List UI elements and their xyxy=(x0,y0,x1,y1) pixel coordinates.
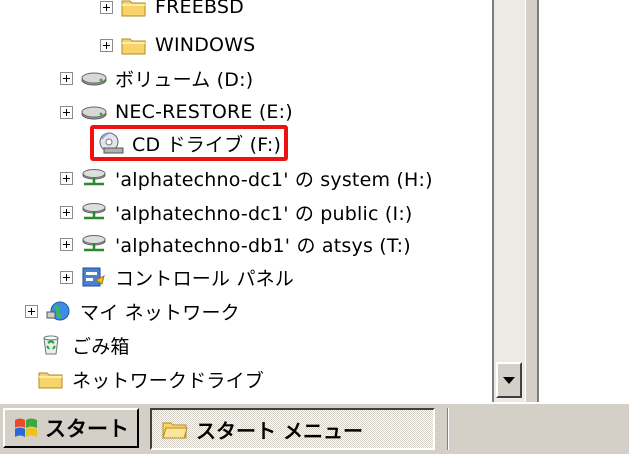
hard-drive-icon xyxy=(81,106,107,120)
pane-splitter[interactable] xyxy=(525,0,539,402)
content-pane xyxy=(539,0,629,402)
control-panel-icon xyxy=(82,267,105,287)
taskbar: スタート スタート メニュー xyxy=(0,402,629,454)
expand-icon[interactable] xyxy=(60,171,73,185)
folder-icon xyxy=(162,422,188,439)
tree-item-network-i[interactable]: 'alphatechno-dc1' の public (I:) xyxy=(60,197,413,227)
tree-item-recycle-bin[interactable]: ごみ箱 xyxy=(38,330,130,360)
windows-logo-icon xyxy=(15,418,37,437)
tree-item-nec-restore[interactable]: NEC-RESTORE (E:) xyxy=(60,97,293,127)
tree-item-windows[interactable]: WINDOWS xyxy=(100,30,255,60)
vertical-scrollbar[interactable] xyxy=(492,0,525,402)
tree-item-volume-d[interactable]: ボリューム (D:) xyxy=(60,63,253,93)
network-drive-icon xyxy=(82,235,106,252)
expand-icon[interactable] xyxy=(60,237,73,251)
tree-item-freebsd[interactable]: FREEBSD xyxy=(100,0,244,22)
taskbar-separator xyxy=(447,408,449,450)
network-drive-icon xyxy=(82,169,106,186)
tree-item-control-panel[interactable]: コントロール パネル xyxy=(60,262,294,292)
cd-drive-icon xyxy=(99,132,124,154)
expand-icon[interactable] xyxy=(25,304,38,318)
taskbar-window-button[interactable]: スタート メニュー xyxy=(150,408,435,450)
expand-icon[interactable] xyxy=(100,38,113,52)
hard-drive-icon xyxy=(81,72,107,86)
tree-item-label: WINDOWS xyxy=(155,34,256,56)
tree-item-label: CD ドライブ (F:) xyxy=(132,133,282,156)
taskbar-window-label: スタート メニュー xyxy=(196,418,363,443)
expand-icon[interactable] xyxy=(60,270,73,284)
tree-item-label: FREEBSD xyxy=(155,0,244,18)
folder-icon xyxy=(121,0,146,17)
tree-item-label: マイ ネットワーク xyxy=(80,301,240,324)
expand-icon[interactable] xyxy=(60,205,73,219)
my-network-icon xyxy=(46,301,70,321)
tree-item-label: ボリューム (D:) xyxy=(115,68,254,91)
tree-item-cd-drive[interactable]: CD ドライブ (F:) xyxy=(98,128,281,158)
tree-item-label: ネットワークドライブ xyxy=(72,369,265,392)
start-button-label: スタート xyxy=(45,417,129,441)
expand-icon[interactable] xyxy=(60,71,73,85)
recycle-bin-icon xyxy=(43,335,59,355)
tree-item-my-network[interactable]: マイ ネットワーク xyxy=(25,296,240,326)
folder-icon xyxy=(121,38,146,55)
tree-item-network-t[interactable]: 'alphatechno-db1' の atsys (T:) xyxy=(60,229,411,259)
folder-icon xyxy=(38,372,63,389)
tree-item-label: コントロール パネル xyxy=(115,267,295,290)
tree-item-label: ごみ箱 xyxy=(72,335,130,358)
tree-item-network-drive-folder[interactable]: ネットワークドライブ xyxy=(38,364,264,394)
expand-icon[interactable] xyxy=(100,0,113,14)
scroll-down-button[interactable] xyxy=(496,362,522,398)
folder-tree: FREEBSD WINDOWS ボリューム (D:) NEC-RESTORE (… xyxy=(0,0,492,402)
tree-item-label: 'alphatechno-dc1' の system (H:) xyxy=(115,168,433,191)
tree-item-label: NEC-RESTORE (E:) xyxy=(115,101,293,123)
start-button[interactable]: スタート xyxy=(3,408,139,448)
tree-item-label: 'alphatechno-db1' の atsys (T:) xyxy=(115,234,411,257)
expand-icon[interactable] xyxy=(60,105,73,119)
tree-item-label: 'alphatechno-dc1' の public (I:) xyxy=(115,202,413,225)
tree-item-network-h[interactable]: 'alphatechno-dc1' の system (H:) xyxy=(60,163,433,193)
network-drive-icon xyxy=(82,203,106,220)
